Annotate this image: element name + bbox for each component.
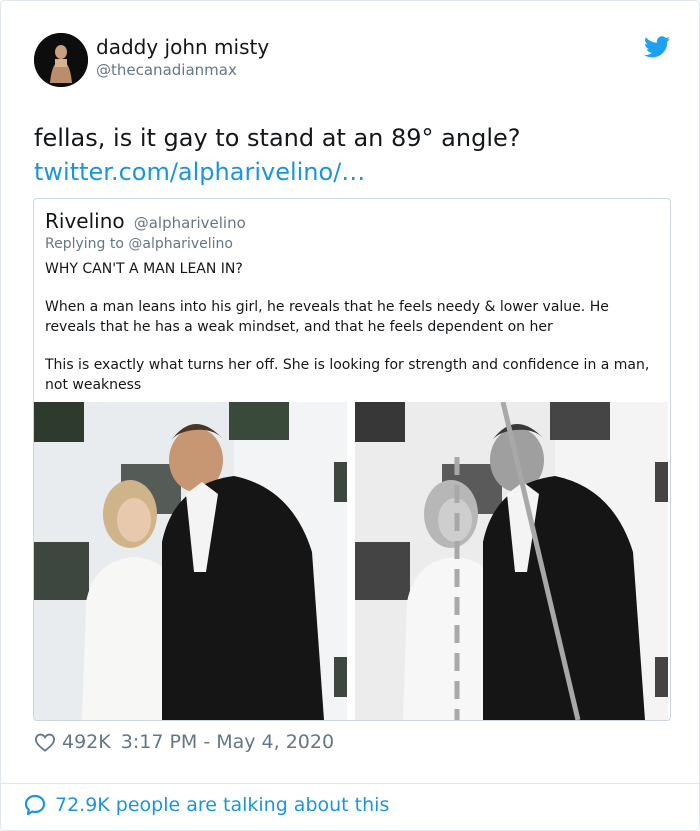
- tweet-header: daddy john misty @thecanadianmax: [34, 33, 674, 89]
- avatar[interactable]: [34, 33, 88, 87]
- quoted-paragraph: This is exactly what turns her off. She …: [45, 357, 650, 393]
- quoted-paragraph: WHY CAN'T A MAN LEAN IN?: [45, 261, 243, 277]
- quoted-tweet[interactable]: Rivelino @alpharivelino Replying to @alp…: [33, 198, 671, 721]
- heart-outline-icon[interactable]: [34, 732, 56, 752]
- footer-divider: [1, 783, 699, 784]
- couple-photo: [34, 402, 347, 720]
- angle-guide-overlay: [454, 402, 581, 720]
- author-name[interactable]: daddy john misty: [96, 35, 269, 59]
- conversation-link[interactable]: 72.9K people are talking about this: [23, 793, 389, 817]
- tweet-text: fellas, is it gay to stand at an 89° ang…: [34, 124, 521, 152]
- embedded-tweet-card: daddy john misty @thecanadianmax fellas,…: [0, 0, 700, 831]
- author-handle[interactable]: @thecanadianmax: [96, 61, 237, 79]
- quoted-photo-2[interactable]: [355, 402, 668, 720]
- quoted-paragraph: When a man leans into his girl, he revea…: [45, 299, 609, 335]
- speech-bubble-icon: [24, 794, 46, 816]
- tweet-body: fellas, is it gay to stand at an 89° ang…: [34, 121, 674, 189]
- quoted-author-handle[interactable]: @alpharivelino: [134, 214, 246, 232]
- replying-to: Replying to @alpharivelino: [45, 236, 233, 252]
- tweet-timestamp[interactable]: 3:17 PM - May 4, 2020: [121, 731, 334, 753]
- quoted-photo-1[interactable]: [34, 402, 347, 720]
- lean-guide-line: [500, 402, 581, 720]
- avatar-image: [34, 33, 88, 87]
- tweet-meta: 492K 3:17 PM - May 4, 2020: [34, 731, 334, 753]
- quoted-author-name[interactable]: Rivelino: [45, 209, 125, 233]
- quoted-header: Rivelino @alpharivelino: [45, 209, 246, 233]
- talking-count-text: 72.9K people are talking about this: [55, 794, 390, 816]
- like-count[interactable]: 492K: [62, 731, 111, 753]
- tweet-link[interactable]: twitter.com/alpharivelino/…: [34, 155, 674, 189]
- twitter-bird-icon[interactable]: [644, 36, 670, 58]
- quoted-text: WHY CAN'T A MAN LEAN IN? When a man lean…: [45, 259, 657, 413]
